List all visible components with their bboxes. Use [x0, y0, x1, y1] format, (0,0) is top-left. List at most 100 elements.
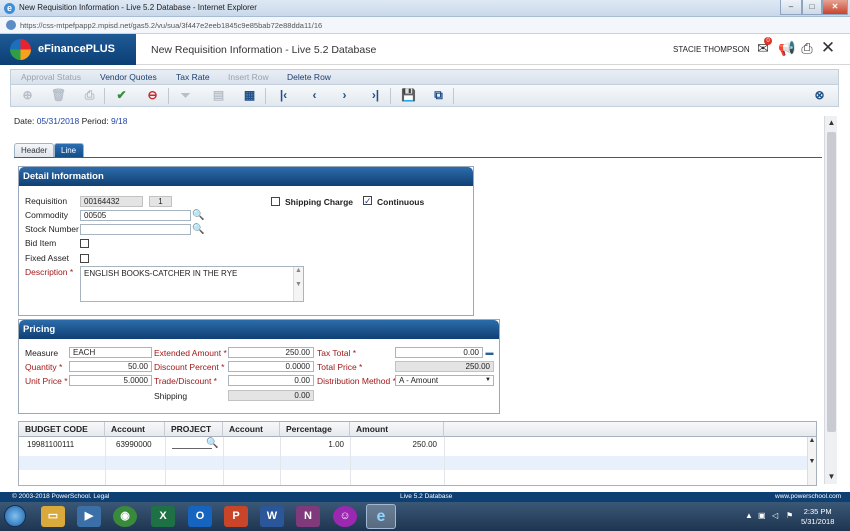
cell-percentage[interactable]: 1.00 [280, 440, 344, 449]
menu-delete-row[interactable]: Delete Row [287, 72, 331, 82]
bid-item-checkbox[interactable] [80, 239, 89, 248]
shipping-label: Shipping [154, 391, 188, 401]
last-record-icon[interactable]: ›| [368, 88, 383, 103]
cell-account[interactable]: 63990000 [116, 440, 152, 449]
commodity-label: Commodity [25, 210, 68, 220]
announcement-icon[interactable]: 📢 [778, 40, 795, 56]
grid-scrollbar[interactable]: ▲ ▼ [807, 437, 816, 485]
quantity-label: Quantity * [25, 362, 63, 372]
measure-field[interactable]: EACH [69, 347, 152, 358]
stock-search-icon[interactable]: 🔍 [192, 224, 204, 235]
total-price-label: Total Price * [317, 362, 363, 372]
detail-information-panel: Detail Information Requisition 00164432 … [18, 166, 474, 316]
close-circle-icon[interactable]: ⊗ [812, 88, 827, 103]
add-icon: ⊕ [22, 88, 33, 102]
chrome-icon[interactable]: ◉ [113, 506, 137, 527]
quantity-field[interactable]: 50.00 [69, 361, 152, 372]
word-icon[interactable]: W [260, 506, 284, 527]
date-label: Date: [14, 116, 35, 126]
extended-amount-label: Extended Amount * [154, 348, 227, 358]
project-search-icon[interactable]: 🔍 [206, 438, 218, 449]
menu-approval-status: Approval Status [21, 72, 82, 82]
scroll-thumb[interactable] [827, 132, 836, 432]
minimize-button[interactable]: – [780, 0, 802, 15]
reject-icon[interactable]: ⊖ [145, 88, 160, 103]
delete-icon: 🗑 [51, 88, 67, 102]
distribution-method-select[interactable]: A - Amount ▼ [395, 375, 494, 386]
discount-percent-field[interactable]: 0.0000 [228, 361, 314, 372]
shipping-charge-label: Shipping Charge [285, 197, 353, 207]
toolbar-divider [168, 88, 169, 104]
footer-copyright[interactable]: © 2003-2018 PowerSchool. Legal [12, 492, 109, 502]
mail-icon[interactable]: ✉ 0 [755, 37, 772, 56]
lync-icon[interactable]: ☺ [333, 506, 357, 527]
save-icon[interactable]: 💾 [401, 88, 416, 103]
close-window-button[interactable]: ✕ [822, 0, 848, 15]
outlook-icon[interactable]: O [188, 506, 212, 527]
first-record-icon[interactable]: |‹ [276, 88, 291, 103]
next-record-icon[interactable]: › [337, 88, 352, 103]
page-scrollbar[interactable]: ▲ ▼ [824, 116, 837, 484]
onenote-icon[interactable]: N [296, 506, 320, 527]
commodity-search-icon[interactable]: 🔍 [192, 210, 204, 221]
detail-panel-title: Detail Information [19, 167, 473, 186]
stock-number-label: Stock Number [25, 224, 79, 234]
tray-up-arrow-icon[interactable]: ▲ [745, 511, 753, 520]
flag-icon[interactable]: ⚑ [786, 511, 793, 520]
continuous-checkbox[interactable]: ✓ [363, 196, 372, 206]
taskbar-clock[interactable]: 2:35 PM 5/31/2018 [801, 507, 834, 527]
menu-vendor-quotes[interactable]: Vendor Quotes [100, 72, 157, 82]
period-value: 9/18 [110, 116, 128, 126]
description-textarea[interactable]: ENGLISH BOOKS-CATCHER IN THE RYE ▲ ▼ [80, 266, 304, 302]
stock-number-field[interactable] [80, 224, 191, 235]
start-button[interactable] [4, 505, 26, 527]
description-scrollbar[interactable]: ▲ ▼ [293, 267, 303, 301]
date-period-line: Date: 05/31/2018 Period: 9/18 [14, 116, 127, 126]
maximize-button[interactable]: □ [802, 0, 822, 15]
print-page-icon[interactable]: ⎙ [799, 40, 815, 56]
clock-time: 2:35 PM [803, 507, 832, 516]
trade-discount-field[interactable]: 0.00 [228, 375, 314, 386]
save-all-icon[interactable]: ⧉ [431, 88, 446, 103]
menu-tax-rate[interactable]: Tax Rate [176, 72, 210, 82]
cell-amount[interactable]: 250.00 [350, 440, 437, 449]
url-text[interactable]: https://css-mtpefpapp2.mpisd.net/gas5.2/… [20, 21, 322, 30]
notes-icon: ▤ [212, 88, 225, 102]
logo-globe-icon [10, 39, 31, 60]
requisition-label: Requisition [25, 196, 68, 206]
shipping-charge-checkbox[interactable] [271, 197, 280, 206]
volume-icon[interactable]: ◁ [772, 511, 778, 520]
app-logo[interactable]: eFinancePLUS [0, 34, 136, 65]
attachment-icon[interactable]: ▦ [242, 88, 257, 103]
media-player-icon[interactable]: ▶ [77, 506, 101, 527]
internet-explorer-task-icon[interactable]: e [366, 504, 396, 529]
description-label: Description * [25, 267, 74, 277]
scroll-up-icon[interactable]: ▲ [825, 118, 838, 127]
tax-calculator-icon[interactable]: ▬ [484, 347, 495, 358]
cell-budget-code[interactable]: 19981100111 [27, 440, 74, 449]
footer-link[interactable]: www.powerschool.com [775, 492, 841, 502]
tax-total-field[interactable]: 0.00 [395, 347, 483, 358]
app-name: eFinancePLUS [38, 43, 116, 55]
browser-title-bar: e New Requisition Information - Live 5.2… [0, 0, 850, 17]
close-page-icon[interactable]: ✕ [820, 39, 836, 56]
trade-discount-label: Trade/Discount * [154, 376, 217, 386]
total-price-field: 250.00 [395, 361, 494, 372]
tab-header[interactable]: Header [14, 143, 55, 157]
fixed-asset-checkbox[interactable] [80, 254, 89, 263]
unit-price-field[interactable]: 5.0000 [69, 375, 152, 386]
distribution-method-value: A - Amount [399, 376, 439, 385]
commodity-field[interactable]: 00505 [80, 210, 191, 221]
extended-amount-field[interactable]: 250.00 [228, 347, 314, 358]
powerpoint-icon[interactable]: P [224, 506, 248, 527]
file-explorer-icon[interactable]: ▭ [41, 506, 65, 527]
mail-badge: 0 [764, 37, 772, 45]
previous-record-icon[interactable]: ‹ [307, 88, 322, 103]
excel-icon[interactable]: X [151, 506, 175, 527]
tab-line-item[interactable]: Line Item (1 of 1) [54, 143, 84, 207]
user-name[interactable]: STACIE THOMPSON [673, 45, 750, 54]
scroll-down-icon[interactable]: ▼ [825, 472, 838, 481]
approve-icon[interactable]: ✔ [114, 88, 129, 103]
discount-percent-label: Discount Percent * [154, 362, 225, 372]
network-icon[interactable]: ▣ [758, 511, 766, 520]
